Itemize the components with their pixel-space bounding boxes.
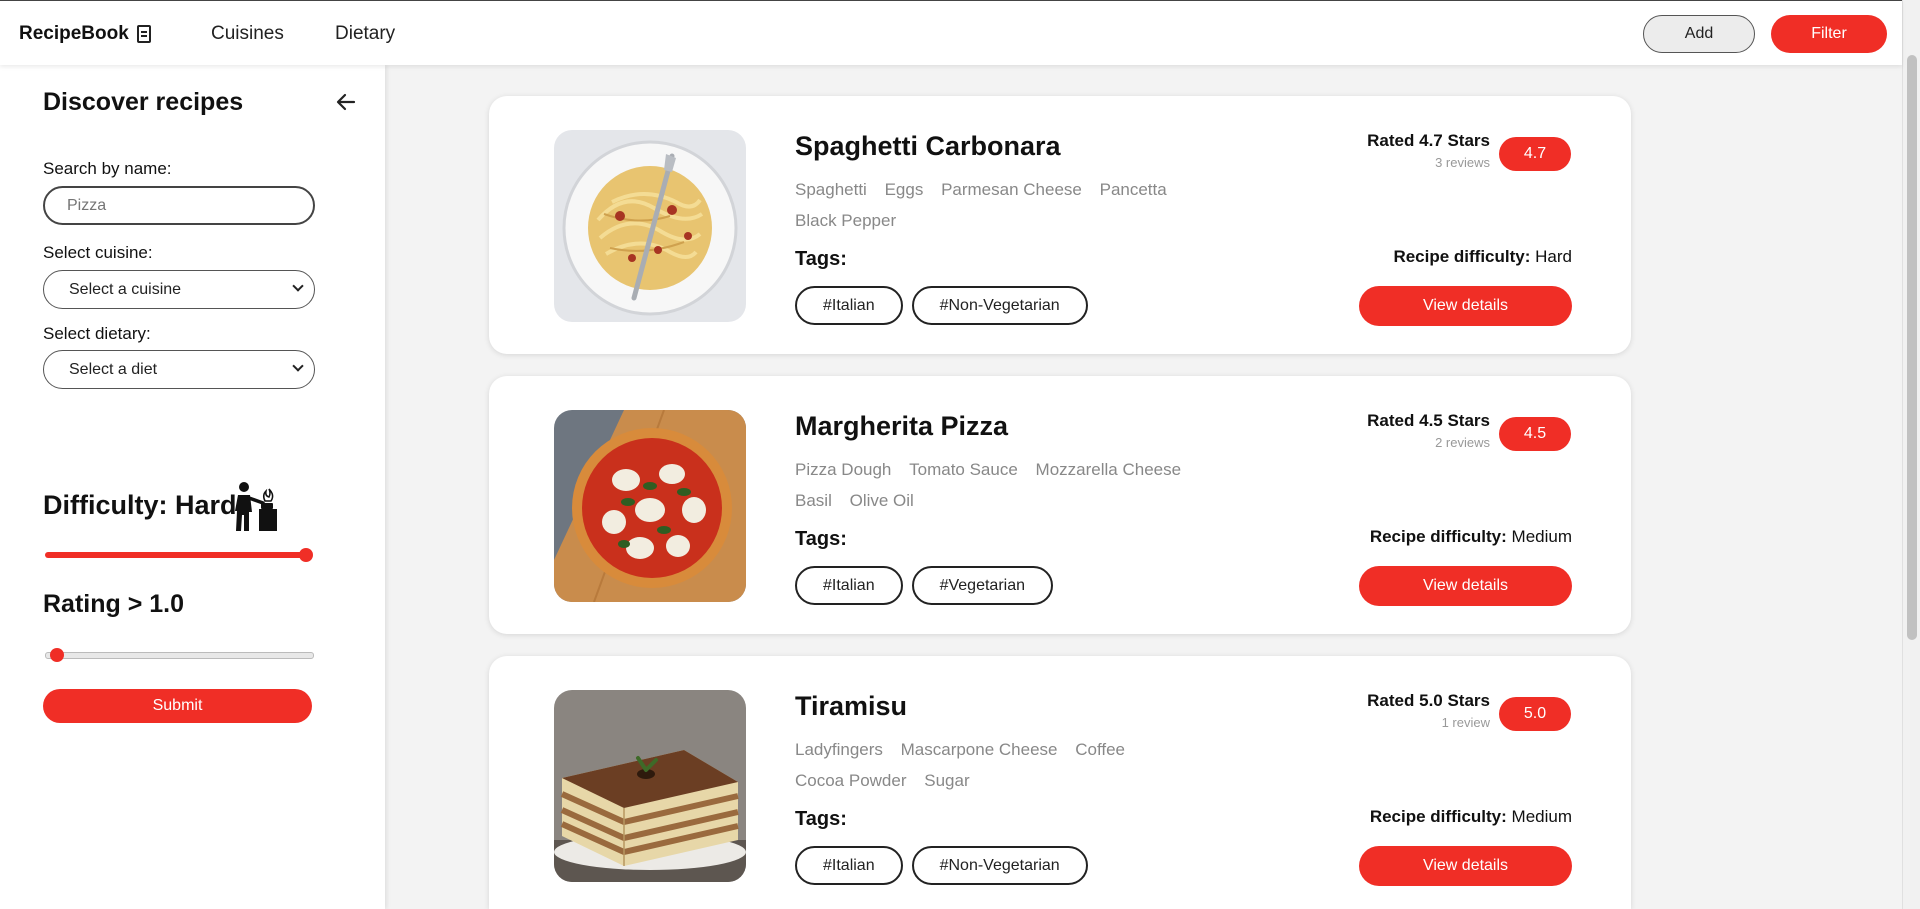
- rating-summary: Rated 5.0 Stars 1 review: [1367, 691, 1490, 730]
- tag-list: #Italian #Non-Vegetarian: [795, 286, 1088, 325]
- cuisine-label: Select cuisine:: [43, 243, 153, 262]
- recipe-name[interactable]: Spaghetti Carbonara: [795, 131, 1061, 162]
- ingredient-list: Ladyfingers Mascarpone Cheese Coffee Coc…: [795, 734, 1215, 796]
- rating-summary: Rated 4.5 Stars 2 reviews: [1367, 411, 1490, 450]
- ingredient: Olive Oil: [849, 491, 914, 510]
- rating-badge: 4.5: [1499, 417, 1571, 451]
- rating-badge: 4.7: [1499, 137, 1571, 171]
- tag-chip[interactable]: #Non-Vegetarian: [911, 846, 1088, 885]
- sidebar-title: Discover recipes: [43, 88, 244, 116]
- chevron-down-icon: [292, 360, 304, 372]
- ingredient: Eggs: [884, 180, 924, 199]
- tag-chip[interactable]: #Non-Vegetarian: [911, 286, 1088, 325]
- recipe-photo-tiramisu: [554, 690, 746, 882]
- recipe-difficulty: Recipe difficulty: Medium: [1370, 527, 1572, 547]
- search-input[interactable]: [43, 186, 315, 225]
- tags-label: Tags:: [795, 808, 847, 830]
- review-count: 1 review: [1441, 715, 1490, 730]
- dietary-select-value: Select a diet: [69, 360, 158, 378]
- ingredient: Mozzarella Cheese: [1035, 460, 1182, 479]
- difficulty-slider-fill: [45, 552, 309, 558]
- scrollbar-thumb[interactable]: [1907, 55, 1917, 640]
- rating-text: Rated 5.0 Stars: [1367, 691, 1490, 710]
- submit-button[interactable]: Submit: [43, 689, 312, 723]
- ingredient-list: Spaghetti Eggs Parmesan Cheese Pancetta …: [795, 174, 1215, 236]
- difficulty-label: Recipe difficulty:: [1369, 527, 1507, 546]
- recipe-card: Tiramisu Ladyfingers Mascarpone Cheese C…: [489, 656, 1631, 909]
- arrow-left-icon[interactable]: [336, 93, 356, 111]
- cuisine-select[interactable]: Select a cuisine: [43, 270, 315, 309]
- brand-name[interactable]: RecipeBook: [19, 23, 129, 45]
- difficulty-value: Hard: [1535, 247, 1572, 266]
- ingredient: Black Pepper: [795, 211, 897, 230]
- dietary-label: Select dietary:: [43, 324, 151, 343]
- difficulty-label: Recipe difficulty:: [1369, 807, 1507, 826]
- recipe-name[interactable]: Tiramisu: [795, 691, 907, 722]
- rating-slider-track: [45, 652, 314, 659]
- top-navbar: RecipeBook Cuisines Dietary Add Filter: [0, 0, 1902, 65]
- difficulty-heading: Difficulty: Hard: [43, 490, 237, 520]
- ingredient: Parmesan Cheese: [941, 180, 1082, 199]
- tag-chip[interactable]: #Italian: [795, 846, 903, 885]
- tags-label: Tags:: [795, 248, 847, 270]
- difficulty-value: Medium: [1511, 807, 1572, 826]
- recipe-card: Spaghetti Carbonara Spaghetti Eggs Parme…: [489, 96, 1631, 354]
- cuisine-select-value: Select a cuisine: [69, 280, 182, 298]
- recipe-difficulty: Recipe difficulty: Medium: [1370, 807, 1572, 827]
- ingredient: Coffee: [1075, 740, 1126, 759]
- cooking-person-icon: [235, 482, 277, 531]
- tag-chip[interactable]: #Italian: [795, 286, 903, 325]
- rating-text: Rated 4.5 Stars: [1367, 411, 1490, 430]
- nav-link-dietary[interactable]: Dietary: [335, 23, 395, 45]
- dietary-select[interactable]: Select a diet: [43, 350, 315, 389]
- ingredient-list: Pizza Dough Tomato Sauce Mozzarella Chee…: [795, 454, 1215, 516]
- ingredient: Pancetta: [1099, 180, 1167, 199]
- filter-sidebar: Discover recipes Search by name: Select …: [0, 65, 385, 909]
- ingredient: Spaghetti: [795, 180, 867, 199]
- recipe-photo-pizza: [554, 410, 746, 602]
- tag-chip[interactable]: #Vegetarian: [911, 566, 1053, 605]
- filter-button[interactable]: Filter: [1771, 15, 1887, 53]
- recipe-difficulty: Recipe difficulty: Hard: [1393, 247, 1572, 267]
- recipe-card: Margherita Pizza Pizza Dough Tomato Sauc…: [489, 376, 1631, 634]
- chevron-down-icon: [292, 280, 304, 292]
- ingredient: Basil: [795, 491, 832, 510]
- difficulty-value: Medium: [1511, 527, 1572, 546]
- tag-list: #Italian #Non-Vegetarian: [795, 846, 1088, 885]
- rating-summary: Rated 4.7 Stars 3 reviews: [1367, 131, 1490, 170]
- ingredient: Sugar: [924, 771, 970, 790]
- add-button[interactable]: Add: [1643, 15, 1755, 53]
- page-scrollbar[interactable]: [1902, 0, 1920, 909]
- view-details-button[interactable]: View details: [1359, 566, 1572, 606]
- tags-label: Tags:: [795, 528, 847, 550]
- nav-link-cuisines[interactable]: Cuisines: [211, 23, 284, 45]
- difficulty-label: Recipe difficulty:: [1393, 247, 1531, 266]
- review-count: 2 reviews: [1435, 435, 1490, 450]
- ingredient: Ladyfingers: [795, 740, 883, 759]
- view-details-button[interactable]: View details: [1359, 846, 1572, 886]
- ingredient: Mascarpone Cheese: [900, 740, 1058, 759]
- tag-list: #Italian #Vegetarian: [795, 566, 1053, 605]
- ingredient: Tomato Sauce: [909, 460, 1018, 479]
- recipe-photo-carbonara: [554, 130, 746, 322]
- view-details-button[interactable]: View details: [1359, 286, 1572, 326]
- rating-slider-thumb[interactable]: [50, 648, 64, 662]
- difficulty-slider-thumb[interactable]: [299, 548, 313, 562]
- rating-heading: Rating > 1.0: [43, 590, 185, 618]
- ingredient: Pizza Dough: [795, 460, 892, 479]
- rating-text: Rated 4.7 Stars: [1367, 131, 1490, 150]
- rating-badge: 5.0: [1499, 697, 1571, 731]
- recipe-name[interactable]: Margherita Pizza: [795, 411, 1008, 442]
- tag-chip[interactable]: #Italian: [795, 566, 903, 605]
- review-count: 3 reviews: [1435, 155, 1490, 170]
- search-label: Search by name:: [43, 159, 172, 178]
- book-icon: [136, 25, 151, 43]
- ingredient: Cocoa Powder: [795, 771, 907, 790]
- brand[interactable]: RecipeBook: [19, 23, 151, 45]
